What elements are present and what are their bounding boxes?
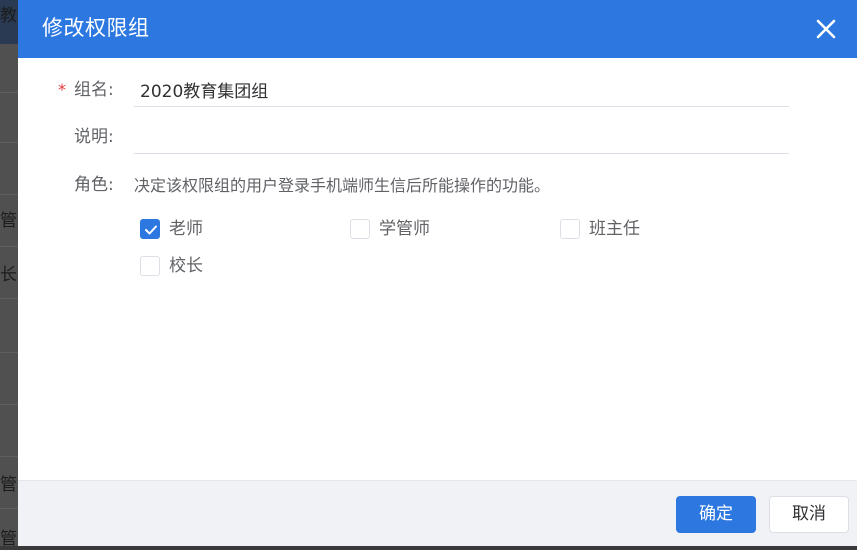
background-divider — [0, 194, 18, 195]
background-divider — [0, 456, 18, 457]
background-divider — [0, 298, 18, 299]
background-text: 管 — [0, 211, 17, 231]
background-text: 管 — [0, 475, 17, 495]
background-divider — [0, 352, 18, 353]
dialog-title: 修改权限组 — [42, 16, 150, 40]
cancel-button[interactable]: 取消 — [769, 496, 849, 533]
background-text: 管 — [0, 529, 17, 549]
checkbox-box — [350, 219, 370, 239]
role-checkbox-principal[interactable]: 校长 — [140, 255, 230, 277]
checkbox-box — [560, 219, 580, 239]
role-label: 角色: — [74, 175, 114, 195]
confirm-button[interactable]: 确定 — [676, 496, 756, 533]
close-button[interactable] — [813, 16, 839, 42]
group-name-label: 组名: — [74, 80, 114, 100]
role-checkbox-head-teacher[interactable]: 班主任 — [560, 218, 670, 240]
background-divider — [0, 508, 18, 509]
checkbox-box — [140, 219, 160, 239]
group-name-input[interactable] — [134, 73, 789, 107]
required-marker: * — [58, 80, 66, 99]
dialog-footer: 确定 取消 — [18, 480, 857, 546]
role-checkbox-label: 学管师 — [379, 219, 430, 239]
role-checkbox-label: 老师 — [169, 219, 203, 239]
role-checkbox-academic-advisor[interactable]: 学管师 — [350, 218, 460, 240]
background-divider — [0, 246, 18, 247]
checkbox-box — [140, 256, 160, 276]
background-divider — [0, 92, 18, 93]
dialog-header: 修改权限组 — [18, 0, 857, 58]
role-help-text: 决定该权限组的用户登录手机端师生信后所能操作的功能。 — [134, 176, 551, 195]
description-label: 说明: — [74, 127, 114, 147]
role-checkbox-label: 班主任 — [589, 219, 640, 239]
background-table-edge: 教 管 长 管 管 — [0, 0, 18, 549]
role-checkbox-label: 校长 — [169, 256, 203, 276]
background-divider — [0, 142, 18, 143]
edit-permission-group-dialog: 修改权限组 * 组名: 说明: 角色: 决定该权限组的用户登录手机端师生信后所能… — [18, 0, 857, 546]
checkmark-icon — [145, 225, 157, 235]
background-divider — [0, 404, 18, 405]
background-text: 教 — [0, 6, 17, 26]
close-icon — [816, 19, 836, 39]
background-text: 长 — [0, 265, 17, 285]
role-checkbox-teacher[interactable]: 老师 — [140, 218, 230, 240]
description-input[interactable] — [134, 120, 789, 154]
